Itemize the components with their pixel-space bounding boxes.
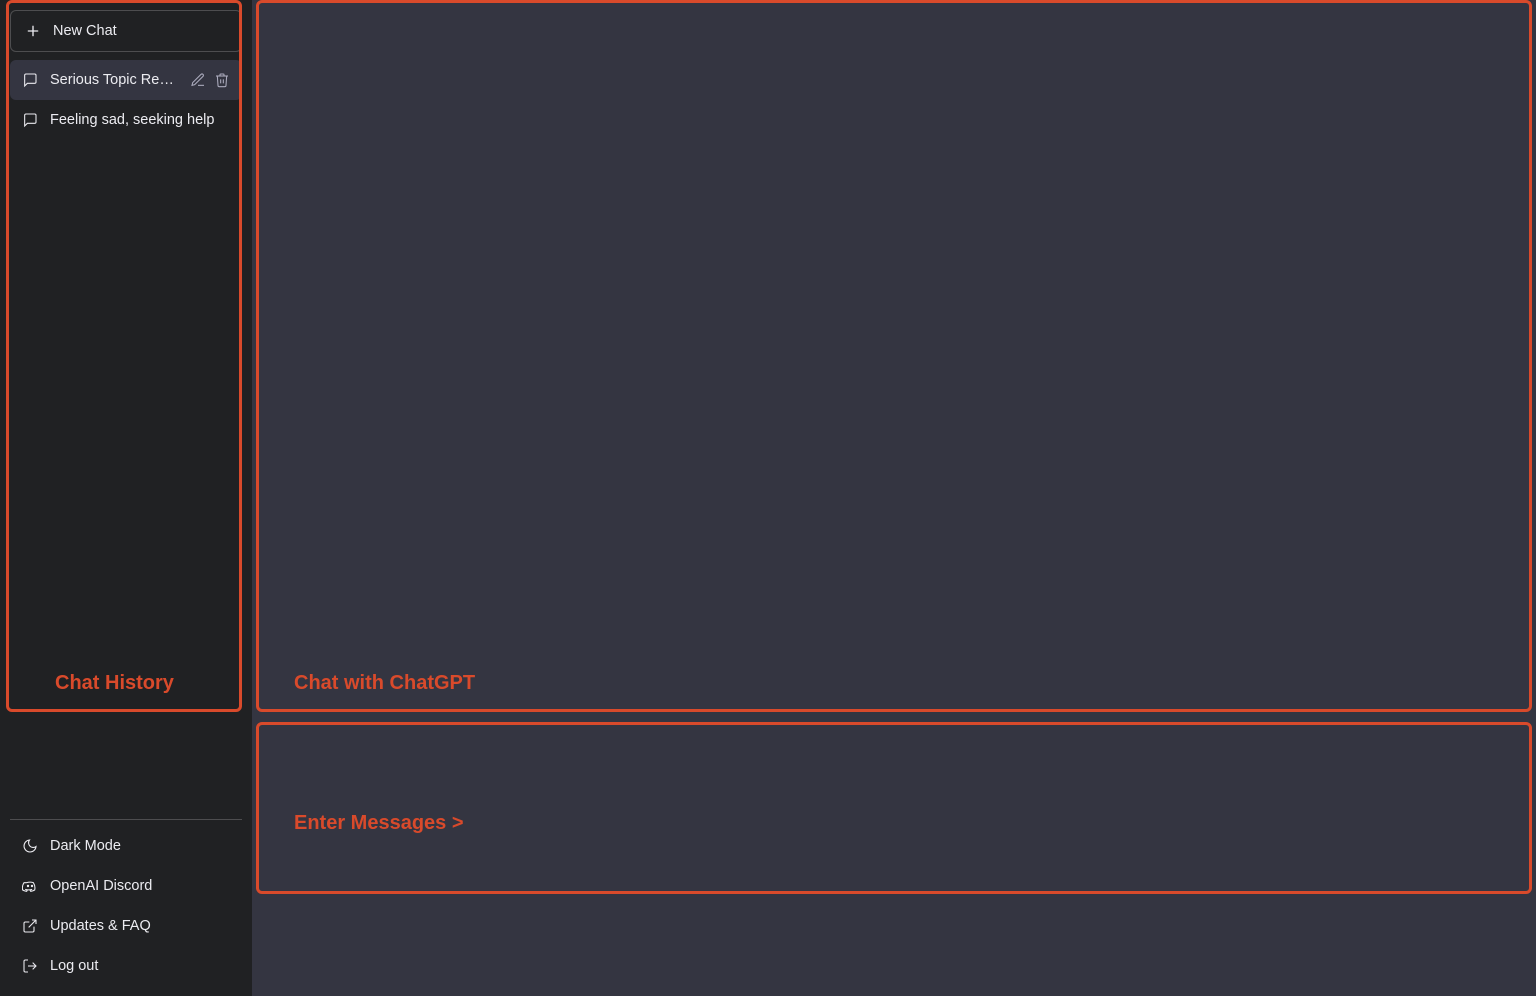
updates-label: Updates & FAQ xyxy=(50,918,151,934)
discord-button[interactable]: OpenAI Discord xyxy=(10,866,242,906)
chat-history: Serious Topic Request Feeling sad, seeki… xyxy=(10,60,242,819)
history-item[interactable]: Feeling sad, seeking help xyxy=(10,100,242,140)
external-link-icon xyxy=(22,918,38,934)
new-chat-label: New Chat xyxy=(53,23,117,39)
history-item-label: Serious Topic Request xyxy=(50,72,178,88)
sidebar-footer: Dark Mode OpenAI Discord Updates & FAQ L… xyxy=(10,819,242,986)
annotation-label: Enter Messages > xyxy=(294,812,464,835)
discord-label: OpenAI Discord xyxy=(50,878,152,894)
new-chat-button[interactable]: New Chat xyxy=(10,10,242,52)
logout-label: Log out xyxy=(50,958,98,974)
annotation-box xyxy=(256,722,1532,894)
dark-mode-button[interactable]: Dark Mode xyxy=(10,826,242,866)
message-icon xyxy=(22,112,38,128)
history-item[interactable]: Serious Topic Request xyxy=(10,60,242,100)
edit-icon[interactable] xyxy=(190,72,206,88)
annotation-label: Chat with ChatGPT xyxy=(294,672,475,695)
dark-mode-label: Dark Mode xyxy=(50,838,121,854)
discord-icon xyxy=(22,878,38,894)
logout-button[interactable]: Log out xyxy=(10,946,242,986)
sidebar: New Chat Serious Topic Request Feeling s… xyxy=(0,0,252,996)
trash-icon[interactable] xyxy=(214,72,230,88)
annotation-box xyxy=(256,0,1532,712)
moon-icon xyxy=(22,838,38,854)
history-item-label: Feeling sad, seeking help xyxy=(50,112,230,128)
logout-icon xyxy=(22,958,38,974)
plus-icon xyxy=(25,23,41,39)
message-icon xyxy=(22,72,38,88)
updates-faq-button[interactable]: Updates & FAQ xyxy=(10,906,242,946)
